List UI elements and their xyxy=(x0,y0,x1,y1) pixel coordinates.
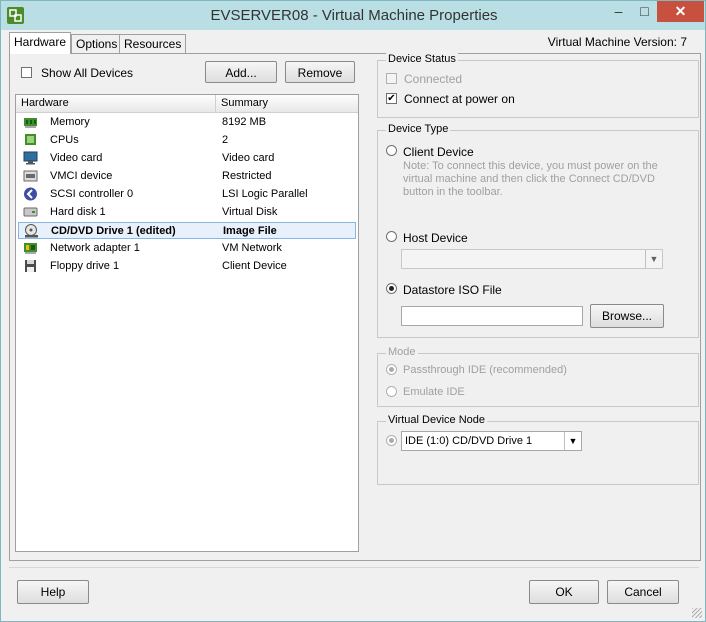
client-device-note: Note: To connect this device, you must p… xyxy=(403,160,658,198)
hardware-name: Video card xyxy=(50,152,103,164)
hardware-summary: LSI Logic Parallel xyxy=(222,188,308,200)
hardware-row-memory[interactable]: Memory 8192 MB xyxy=(18,114,356,131)
cancel-button[interactable]: Cancel xyxy=(607,580,679,604)
hardware-summary: Restricted xyxy=(222,170,272,182)
tab-options[interactable]: Options xyxy=(71,34,123,53)
hardware-name: CPUs xyxy=(50,134,79,146)
host-device-label: Host Device xyxy=(403,231,468,245)
hardware-name: VMCI device xyxy=(50,170,113,182)
hardware-summary: VM Network xyxy=(222,242,282,254)
show-all-devices-label: Show All Devices xyxy=(41,66,134,80)
emulate-ide-label: Emulate IDE xyxy=(403,386,465,398)
hardware-row-hard-disk[interactable]: Hard disk 1 Virtual Disk xyxy=(18,204,356,221)
passthrough-ide-radio[interactable] xyxy=(386,364,397,375)
vmci-device-icon xyxy=(23,170,38,182)
hardware-name: SCSI controller 0 xyxy=(50,188,134,200)
hardware-summary: 2 xyxy=(222,134,229,146)
hardware-name: Floppy drive 1 xyxy=(50,260,120,272)
device-type-title: Device Type xyxy=(386,123,451,135)
hard-disk-icon xyxy=(23,207,38,217)
hardware-summary: Image File xyxy=(223,225,277,237)
connected-label: Connected xyxy=(404,72,463,86)
hardware-summary: Client Device xyxy=(222,260,287,272)
hardware-summary: 8192 MB xyxy=(222,116,267,128)
mode-group: Mode xyxy=(377,346,699,407)
cpu-icon xyxy=(25,134,36,145)
memory-icon xyxy=(24,118,37,128)
add-device-button[interactable]: Add... xyxy=(205,61,277,83)
hardware-row-video-card[interactable]: Video card Video card xyxy=(18,150,356,167)
hardware-list: Hardware Summary Memory 8192 MB CPUs 2 V… xyxy=(15,94,359,552)
remove-device-button[interactable]: Remove xyxy=(285,61,355,83)
hardware-row-vmci-device[interactable]: VMCI device Restricted xyxy=(18,168,356,185)
datastore-iso-radio[interactable] xyxy=(386,283,397,294)
hardware-row-cd-dvd-drive[interactable]: CD/DVD Drive 1 (edited) Image File xyxy=(18,222,356,239)
tab-hardware[interactable]: Hardware xyxy=(9,32,72,54)
virtual-device-node-dropdown[interactable]: IDE (1:0) CD/DVD Drive 1 ▼ xyxy=(401,431,582,451)
iso-path-input[interactable] xyxy=(401,306,583,326)
tab-resources[interactable]: Resources xyxy=(119,34,187,53)
emulate-ide-radio[interactable] xyxy=(386,386,397,397)
column-header-hardware[interactable]: Hardware xyxy=(16,96,216,111)
device-status-title: Device Status xyxy=(386,53,458,65)
hardware-summary: Video card xyxy=(222,152,275,164)
host-device-dropdown[interactable]: ▼ xyxy=(401,249,663,269)
connect-at-power-on-checkbox[interactable]: ✔ xyxy=(386,93,397,104)
minimize-button[interactable]: – xyxy=(605,1,632,22)
network-adapter-icon xyxy=(24,243,37,254)
passthrough-ide-label: Passthrough IDE (recommended) xyxy=(403,364,567,376)
close-button[interactable]: ✕ xyxy=(657,1,704,22)
hardware-name: Memory xyxy=(50,116,90,128)
vm-version-label: Virtual Machine Version: 7 xyxy=(547,35,687,49)
footer-divider xyxy=(9,567,699,568)
help-button[interactable]: Help xyxy=(17,580,89,604)
mode-title: Mode xyxy=(386,346,418,358)
hardware-name: Hard disk 1 xyxy=(50,206,106,218)
title-bar: EVSERVER08 - Virtual Machine Properties … xyxy=(1,1,705,30)
hardware-name: Network adapter 1 xyxy=(50,242,140,254)
hardware-name: CD/DVD Drive 1 (edited) xyxy=(51,225,176,237)
datastore-iso-label: Datastore ISO File xyxy=(403,283,502,297)
hardware-row-network-adapter[interactable]: Network adapter 1 VM Network xyxy=(18,240,356,257)
device-status-group: Device Status xyxy=(377,53,699,118)
hardware-row-cpus[interactable]: CPUs 2 xyxy=(18,132,356,149)
hardware-list-header: Hardware Summary xyxy=(16,95,358,113)
scsi-controller-icon xyxy=(24,187,37,201)
virtual-device-node-title: Virtual Device Node xyxy=(386,414,488,426)
floppy-drive-icon xyxy=(25,260,36,272)
window-title: EVSERVER08 - Virtual Machine Properties xyxy=(210,7,498,24)
chevron-down-icon: ▼ xyxy=(564,432,581,450)
client-device-radio[interactable] xyxy=(386,145,397,156)
hardware-summary: Virtual Disk xyxy=(222,206,278,218)
virtual-device-node-radio[interactable] xyxy=(386,435,397,446)
hardware-row-scsi-controller[interactable]: SCSI controller 0 LSI Logic Parallel xyxy=(18,186,356,203)
resize-grip-icon[interactable] xyxy=(692,608,702,618)
browse-button[interactable]: Browse... xyxy=(590,304,664,328)
connect-at-power-on-label: Connect at power on xyxy=(404,92,515,106)
chevron-down-icon: ▼ xyxy=(645,250,662,268)
maximize-button[interactable]: □ xyxy=(631,1,658,22)
video-card-icon xyxy=(23,151,38,165)
vm-properties-window: EVSERVER08 - Virtual Machine Properties … xyxy=(0,0,706,622)
connected-checkbox[interactable] xyxy=(386,73,397,84)
hardware-row-floppy-drive[interactable]: Floppy drive 1 Client Device xyxy=(18,258,356,275)
client-device-label: Client Device xyxy=(403,145,474,159)
cd-dvd-drive-icon xyxy=(25,224,38,238)
column-header-summary[interactable]: Summary xyxy=(216,96,356,111)
show-all-devices-checkbox[interactable] xyxy=(21,67,32,78)
virtual-device-node-value: IDE (1:0) CD/DVD Drive 1 xyxy=(405,435,533,447)
ok-button[interactable]: OK xyxy=(529,580,599,604)
host-device-radio[interactable] xyxy=(386,231,397,242)
